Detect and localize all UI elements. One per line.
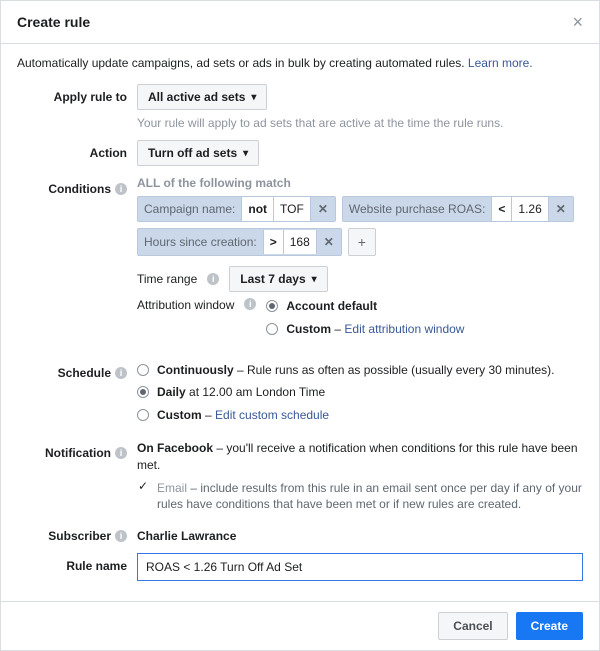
apply-rule-value: All active ad sets xyxy=(148,90,245,104)
dialog-body: Automatically update campaigns, ad sets … xyxy=(1,44,599,601)
caret-down-icon: ▾ xyxy=(243,148,248,159)
schedule-option-continuous[interactable]: Continuously – Rule runs as often as pos… xyxy=(137,362,583,379)
time-range-dropdown[interactable]: Last 7 days ▾ xyxy=(229,266,327,292)
schedule-option-custom[interactable]: Custom – Edit custom schedule xyxy=(137,407,583,424)
radio-icon xyxy=(137,409,149,421)
notification-primary: On Facebook – you'll receive a notificat… xyxy=(137,440,583,474)
row-rulename: Rule name xyxy=(17,553,583,581)
caret-down-icon: ▾ xyxy=(312,274,317,285)
row-notification: Notification i On Facebook – you'll rece… xyxy=(17,440,583,513)
caret-down-icon: ▾ xyxy=(251,92,256,103)
chip-remove-icon[interactable]: ✕ xyxy=(317,230,341,254)
time-range-value: Last 7 days xyxy=(240,272,305,286)
time-range-label: Time range xyxy=(137,272,197,286)
chip-key: Campaign name: xyxy=(138,197,242,221)
label-subscriber: Subscriber xyxy=(48,529,111,543)
dialog-header: Create rule × xyxy=(1,1,599,44)
dialog-title: Create rule xyxy=(17,14,90,30)
chip-remove-icon[interactable]: ✕ xyxy=(311,197,335,221)
chip-op: > xyxy=(264,230,284,254)
condition-chips: Campaign name: not TOF ✕ Website purchas… xyxy=(137,196,583,256)
radio-icon xyxy=(137,364,149,376)
action-value: Turn off ad sets xyxy=(148,146,237,160)
chip-key: Website purchase ROAS: xyxy=(343,197,493,221)
rule-name-input[interactable] xyxy=(137,553,583,581)
action-dropdown[interactable]: Turn off ad sets ▾ xyxy=(137,140,259,166)
label-action: Action xyxy=(17,140,137,160)
apply-hint: Your rule will apply to ad sets that are… xyxy=(137,116,583,130)
condition-chip[interactable]: Website purchase ROAS: < 1.26 ✕ xyxy=(342,196,574,222)
chip-val: 168 xyxy=(284,230,317,254)
condition-chip[interactable]: Hours since creation: > 168 ✕ xyxy=(137,228,342,256)
row-conditions: Conditions i ALL of the following match … xyxy=(17,176,583,350)
add-condition-button[interactable]: + xyxy=(348,228,376,256)
notification-email-option[interactable]: ✓ Email – include results from this rule… xyxy=(137,480,583,514)
label-conditions: Conditions xyxy=(48,182,111,196)
radio-icon xyxy=(137,386,149,398)
label-schedule: Schedule xyxy=(58,366,111,380)
label-rulename: Rule name xyxy=(17,553,137,573)
subscriber-name: Charlie Lawrance xyxy=(137,529,236,543)
info-icon[interactable]: i xyxy=(115,530,127,542)
chip-key: Hours since creation: xyxy=(138,230,264,254)
row-schedule: Schedule i Continuously – Rule runs as o… xyxy=(17,360,583,430)
row-apply: Apply rule to All active ad sets ▾ Your … xyxy=(17,84,583,130)
edit-schedule-link[interactable]: Edit custom schedule xyxy=(215,408,329,422)
attr-window-label: Attribution window xyxy=(137,298,234,312)
attr-option-text: Custom xyxy=(286,322,331,336)
checkbox-icon: ✓ xyxy=(137,481,149,493)
row-subscriber: Subscriber i Charlie Lawrance xyxy=(17,523,583,543)
chip-val: 1.26 xyxy=(512,197,548,221)
attr-option-custom[interactable]: Custom – Edit attribution window xyxy=(266,321,464,338)
apply-rule-dropdown[interactable]: All active ad sets ▾ xyxy=(137,84,267,110)
info-icon[interactable]: i xyxy=(115,183,127,195)
row-action: Action Turn off ad sets ▾ xyxy=(17,140,583,166)
attr-option-text: Account default xyxy=(286,299,377,313)
attr-window-options: Account default Custom – Edit attributio… xyxy=(266,298,464,344)
chip-op: not xyxy=(242,197,274,221)
learn-more-link[interactable]: Learn more. xyxy=(468,56,533,70)
condition-chip[interactable]: Campaign name: not TOF ✕ xyxy=(137,196,336,222)
attr-window-row: Attribution window i Account default Cus… xyxy=(137,298,583,344)
radio-icon xyxy=(266,323,278,335)
chip-remove-icon[interactable]: ✕ xyxy=(549,197,573,221)
conditions-heading: ALL of the following match xyxy=(137,176,583,190)
dialog-footer: Cancel Create xyxy=(1,601,599,650)
create-button[interactable]: Create xyxy=(516,612,583,640)
label-notification: Notification xyxy=(45,446,111,460)
attr-option-default[interactable]: Account default xyxy=(266,298,464,315)
schedule-option-daily[interactable]: Daily at 12.00 am London Time xyxy=(137,384,583,401)
intro-text: Automatically update campaigns, ad sets … xyxy=(17,56,583,70)
intro-copy: Automatically update campaigns, ad sets … xyxy=(17,56,468,70)
info-icon[interactable]: i xyxy=(244,298,256,310)
close-icon[interactable]: × xyxy=(572,13,583,31)
label-apply: Apply rule to xyxy=(17,84,137,104)
edit-attr-window-link[interactable]: Edit attribution window xyxy=(344,322,464,336)
cancel-button[interactable]: Cancel xyxy=(438,612,507,640)
info-icon[interactable]: i xyxy=(115,367,127,379)
chip-op: < xyxy=(492,197,512,221)
info-icon[interactable]: i xyxy=(207,273,219,285)
chip-val: TOF xyxy=(274,197,311,221)
create-rule-dialog: Create rule × Automatically update campa… xyxy=(0,0,600,651)
info-icon[interactable]: i xyxy=(115,447,127,459)
radio-icon xyxy=(266,300,278,312)
time-range-row: Time range i Last 7 days ▾ xyxy=(137,266,583,292)
